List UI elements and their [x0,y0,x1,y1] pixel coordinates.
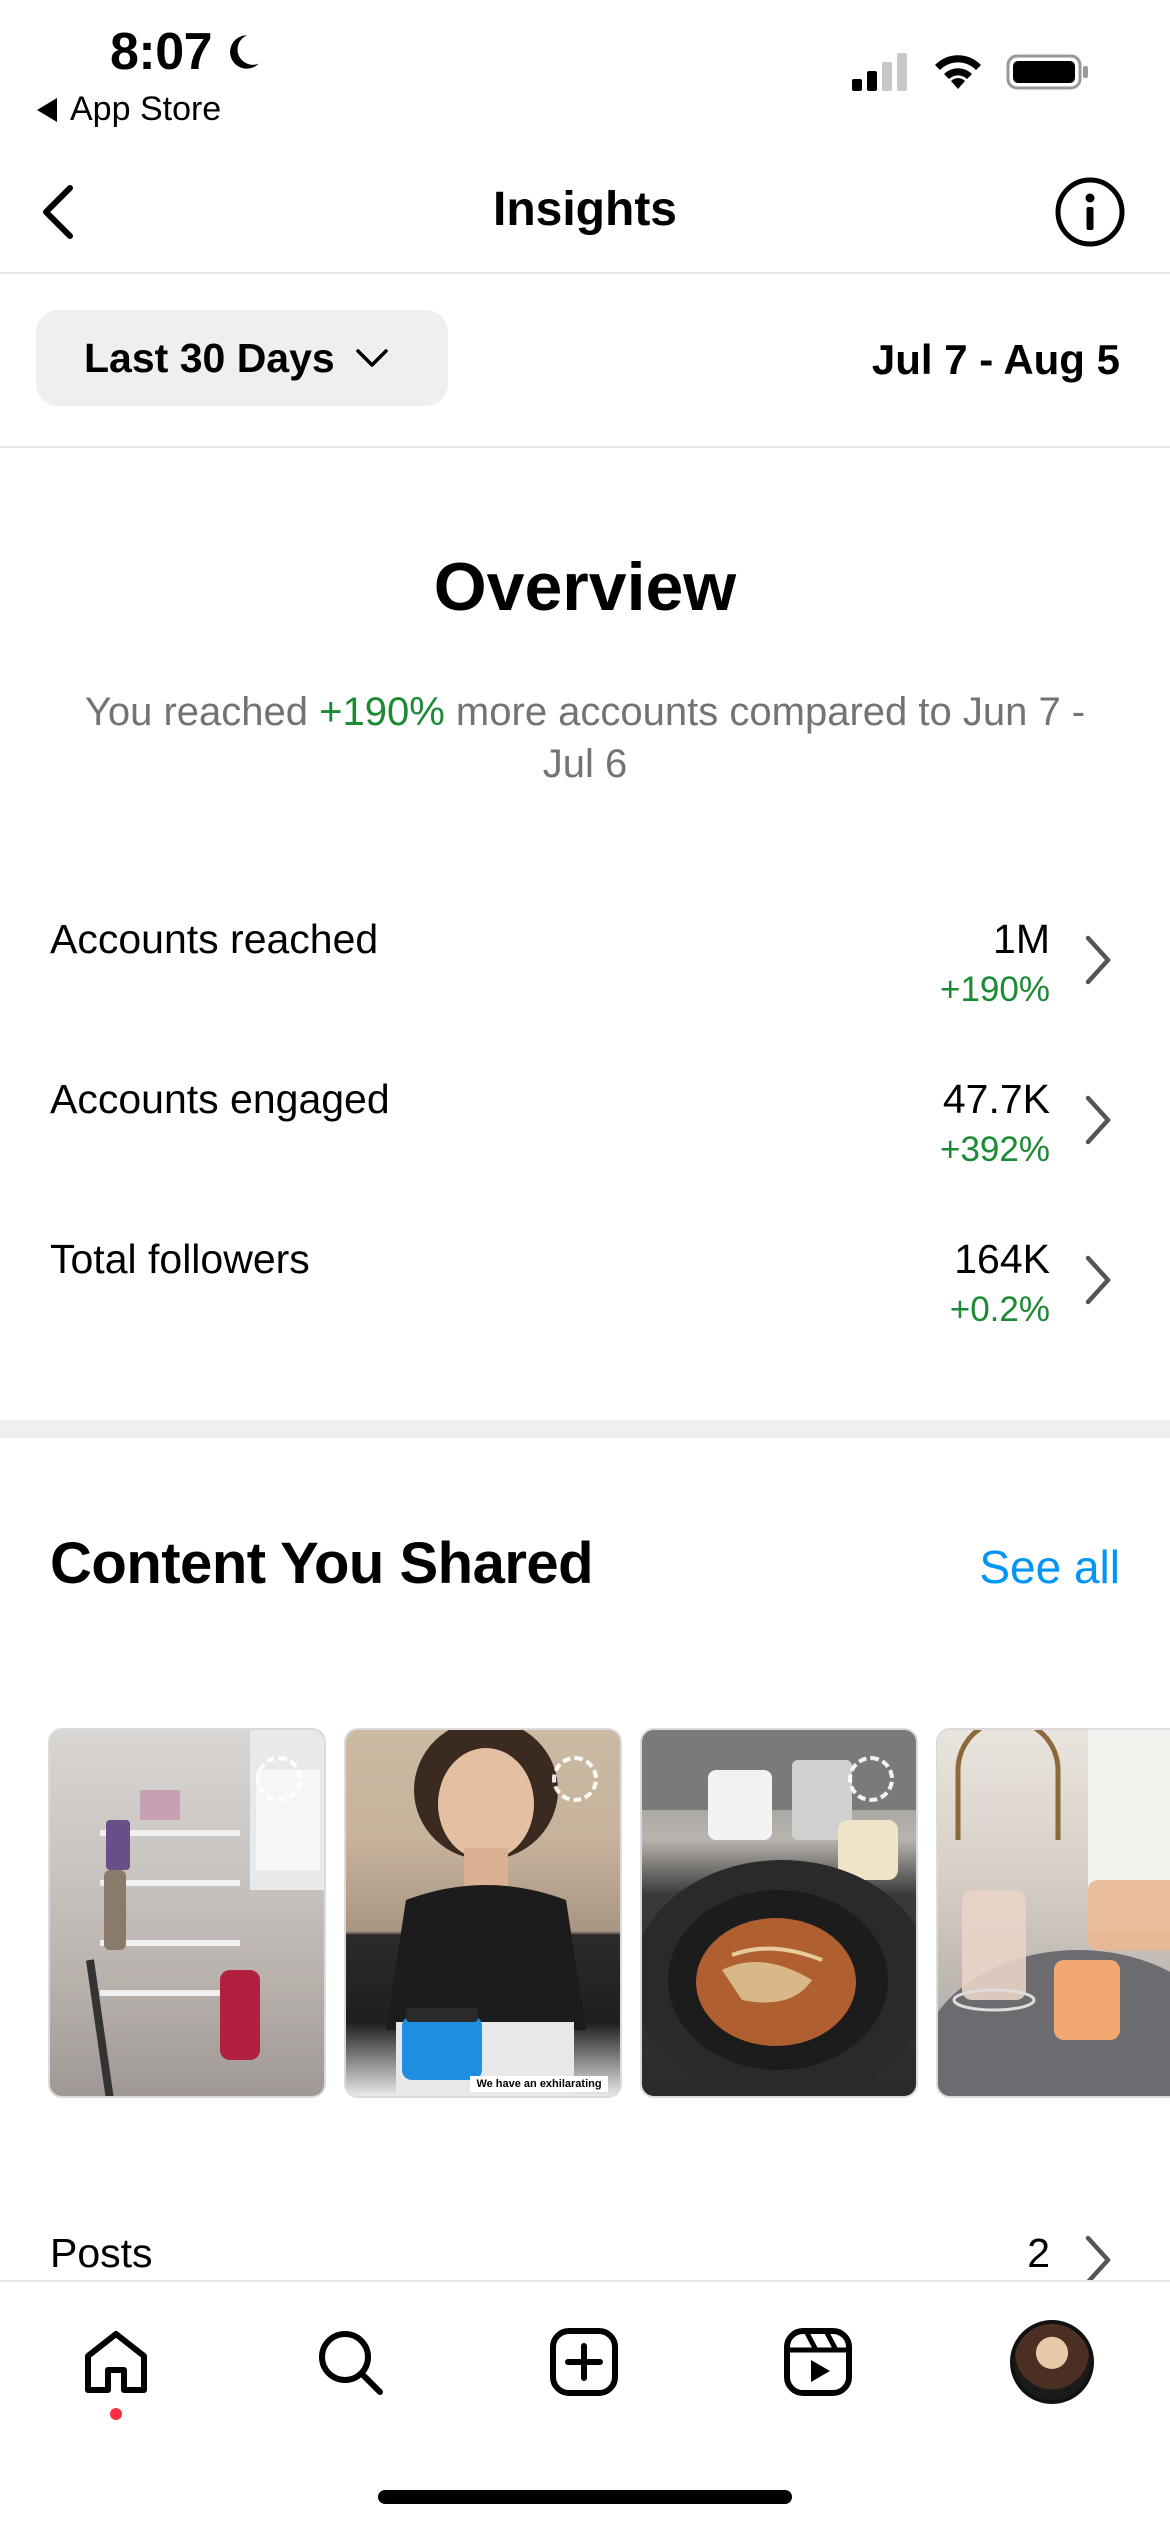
battery-icon [1006,54,1088,90]
overview-title: Overview [433,549,737,625]
date-range-selector[interactable]: Last 30 Days [36,310,448,406]
overview-desc-suffix: more accounts compared to Jun 7 - Jul 6 [444,690,1086,786]
tab-profile[interactable] [1002,2312,1102,2412]
notification-dot [110,2408,122,2420]
content-shared-title: Content You Shared [50,1531,594,1596]
date-range-row: Last 30 Days Jul 7 - Aug 5 [0,274,1170,448]
metric-change: +190% [940,970,1050,1009]
info-icon [1055,177,1125,247]
chevron-right-icon [1085,1095,1111,1145]
date-range-label: Last 30 Days [84,334,335,381]
tab-reels[interactable] [768,2312,868,2412]
info-button[interactable] [1054,176,1126,248]
metric-accounts-reached[interactable]: Accounts reached 1M +190% [0,904,1170,1024]
nav-header: Insights [0,150,1170,274]
back-triangle-icon [37,97,57,122]
overview-description: You reached +190% more accounts compared… [80,686,1090,790]
content-thumbnails: We have an exhilarating [48,1728,1170,2100]
metric-value: 47.7K [942,1076,1050,1122]
back-app-label: App Store [70,90,222,128]
wifi-icon [935,55,981,89]
thumbnail-image [938,1730,1170,2096]
tab-search[interactable] [300,2312,400,2412]
avatar [1010,2320,1094,2404]
posts-count: 2 [1027,2230,1050,2276]
loading-ring-icon [552,1756,598,1802]
status-icons [852,52,1090,92]
section-divider [0,1420,1170,1438]
status-bar: 8:07 App Store [0,0,1170,140]
home-icon [85,2331,147,2393]
time-text: 8:07 [110,23,213,81]
chevron-down-icon [355,349,388,367]
content-thumbnail[interactable] [640,1728,918,2098]
metric-label: Accounts reached [50,916,379,962]
content-thumbnail[interactable] [48,1728,326,2098]
moon-icon [230,35,259,69]
metric-label: Total followers [50,1236,310,1282]
date-range-dates: Jul 7 - Aug 5 [871,336,1120,383]
thumbnail-caption: We have an exhilarating [470,2076,608,2092]
see-all-link[interactable]: See all [979,1540,1120,1594]
content-thumbnail[interactable]: We have an exhilarating [344,1728,622,2098]
loading-ring-icon [848,1756,894,1802]
overview-desc-highlight: +190% [319,690,445,734]
page-title: Insights [492,183,677,236]
reels-icon [784,2328,852,2396]
metric-accounts-engaged[interactable]: Accounts engaged 47.7K +392% [0,1064,1170,1184]
overview-desc-prefix: You reached [84,690,320,734]
tab-home[interactable] [66,2312,166,2412]
home-indicator [378,2490,792,2504]
tab-create[interactable] [534,2312,634,2412]
loading-ring-icon [256,1756,302,1802]
posts-label: Posts [50,2230,153,2276]
plus-square-icon [550,2328,618,2396]
cellular-signal-icon [852,53,907,91]
metric-value: 164K [954,1236,1050,1282]
chevron-right-icon [1085,2235,1111,2285]
chevron-right-icon [1085,1255,1111,1305]
content-thumbnail[interactable] [936,1728,1170,2098]
metric-total-followers[interactable]: Total followers 164K +0.2% [0,1224,1170,1344]
metric-label: Accounts engaged [50,1076,390,1122]
status-time: 8:07 [110,22,262,82]
metric-change: +392% [940,1130,1050,1169]
search-icon [319,2331,383,2395]
metric-change: +0.2% [949,1290,1050,1329]
metric-value: 1M [993,916,1050,962]
posts-row[interactable]: Posts 2 [0,2230,1170,2285]
chevron-right-icon [1085,935,1111,985]
back-to-app-store[interactable]: App Store [36,90,221,129]
